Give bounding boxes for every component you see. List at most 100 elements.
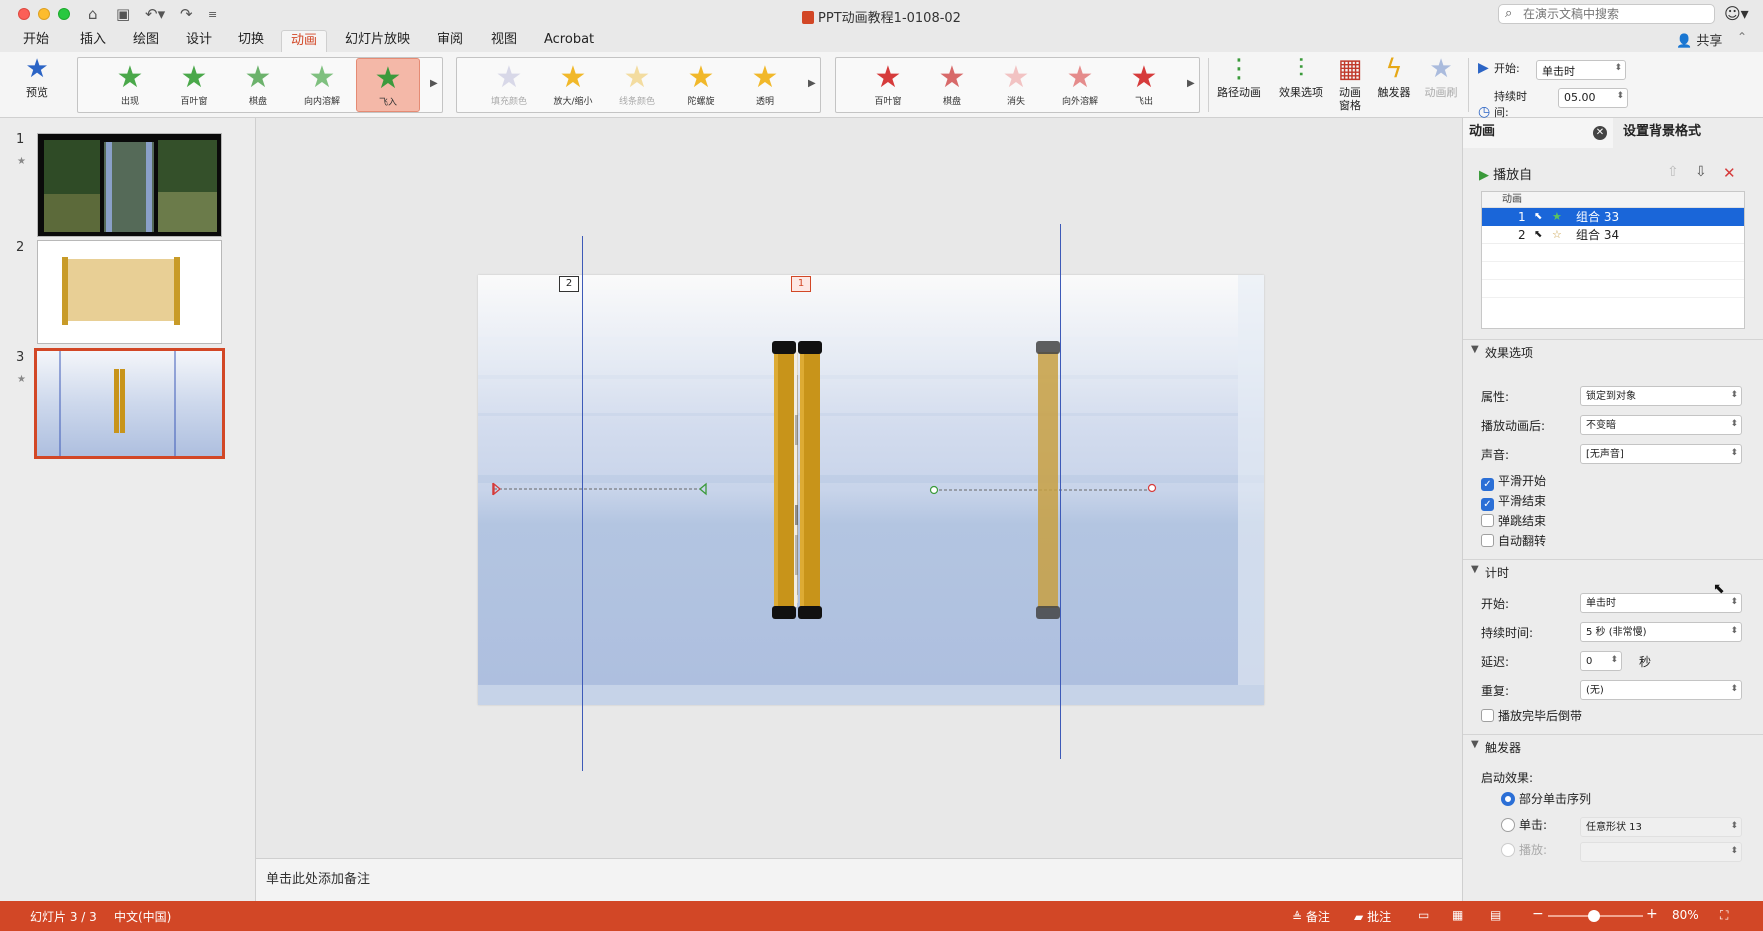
play-from-button[interactable]: ▶ 播放自	[1479, 164, 1532, 183]
vertical-guide-line[interactable]	[1060, 224, 1061, 759]
gallery-more-arrow-icon[interactable]: ▶	[430, 78, 438, 89]
save-icon[interactable]: ▣	[116, 5, 130, 23]
move-down-icon[interactable]: ⇩	[1695, 164, 1707, 180]
minimize-window-button[interactable]	[38, 8, 50, 20]
tab-review[interactable]: 审阅	[428, 30, 472, 52]
empty-row	[1482, 262, 1744, 280]
fit-to-window-icon[interactable]: ⛶	[1720, 908, 1728, 923]
tab-design[interactable]: 设计	[177, 30, 221, 52]
on-play-radio[interactable]: 播放:	[1501, 843, 1547, 859]
gallery-more-arrow-icon[interactable]: ▶	[1187, 78, 1195, 89]
trigger-shape-select[interactable]: 任意形状 13	[1580, 817, 1742, 837]
tab-slideshow[interactable]: 幻灯片放映	[336, 30, 419, 52]
effect-dissolve-in[interactable]: ★ 向内溶解	[292, 58, 352, 112]
undo-icon[interactable]: ↶▾	[145, 5, 165, 23]
rewind-checkbox[interactable]: 播放完毕后倒带	[1481, 709, 1582, 725]
effect-grow-shrink[interactable]: ★ 放大/缩小	[543, 58, 603, 112]
effect-appear[interactable]: ★ 出现	[100, 58, 160, 112]
smooth-end-checkbox[interactable]: ✓ 平滑结束	[1481, 494, 1546, 511]
effect-blinds-exit[interactable]: ★ 百叶窗	[858, 58, 918, 112]
customize-toolbar-icon[interactable]: ≡	[208, 8, 217, 21]
slide-thumbnail-2[interactable]	[37, 240, 222, 344]
feedback-smiley-icon[interactable]: ☺▾	[1724, 4, 1749, 23]
zoom-out-icon[interactable]: −	[1532, 906, 1544, 922]
property-select[interactable]: 锁定到对象	[1580, 386, 1742, 406]
normal-view-icon[interactable]: ▭	[1418, 908, 1429, 922]
animation-tag-2[interactable]: 2	[559, 276, 579, 292]
smooth-start-checkbox[interactable]: ✓ 平滑开始	[1481, 474, 1546, 491]
effect-spin[interactable]: ★ 陀螺旋	[671, 58, 731, 112]
effect-checkerboard-exit[interactable]: ★ 棋盘	[922, 58, 982, 112]
auto-reverse-checkbox[interactable]: 自动翻转	[1481, 534, 1546, 550]
tab-draw[interactable]: 绘图	[124, 30, 168, 52]
animation-list-item[interactable]: 2 ⬉ ☆ 组合 34	[1482, 226, 1744, 244]
search-input[interactable]	[1523, 7, 1709, 21]
slide-thumbnail-3[interactable]	[34, 348, 225, 459]
path-animation-button[interactable]: ⋮ 路径动画	[1214, 52, 1264, 99]
preview-button[interactable]: ★ 预览	[12, 52, 62, 99]
animation-tag-1[interactable]: 1	[791, 276, 811, 292]
timing-duration-select[interactable]: 5 秒 (非常慢)	[1580, 622, 1742, 642]
close-pane-icon[interactable]: ✕	[1593, 126, 1607, 140]
tab-home[interactable]: 开始	[14, 30, 58, 52]
zoom-window-button[interactable]	[58, 8, 70, 20]
zoom-percent[interactable]: 80%	[1672, 908, 1699, 922]
tab-transitions[interactable]: 切换	[229, 30, 273, 52]
slide-sorter-icon[interactable]: ▦	[1452, 908, 1463, 922]
trigger-play-select[interactable]	[1580, 842, 1742, 862]
after-animation-select[interactable]: 不变暗	[1580, 415, 1742, 435]
delay-stepper[interactable]: 0	[1580, 651, 1622, 671]
effect-line-color[interactable]: ★ 线条颜色	[607, 58, 667, 112]
on-click-radio[interactable]: 单击:	[1501, 818, 1547, 834]
effect-transparency[interactable]: ★ 透明	[735, 58, 795, 112]
tab-view[interactable]: 视图	[482, 30, 526, 52]
notes-placeholder[interactable]: 单击此处添加备注	[266, 868, 370, 887]
ribbon-start-select[interactable]: 单击时	[1536, 60, 1626, 80]
comments-toggle-button[interactable]: ▰ 批注	[1354, 908, 1391, 925]
reading-view-icon[interactable]: ▤	[1490, 908, 1501, 922]
effect-options-button[interactable]: ⫶ 效果选项	[1276, 52, 1326, 99]
effect-fill-color[interactable]: ★ 填充颜色	[479, 58, 539, 112]
slide-canvas[interactable]: 2 1	[478, 275, 1264, 705]
zoom-slider[interactable]	[1548, 910, 1643, 922]
effect-options-header[interactable]: ▼ 效果选项	[1463, 339, 1763, 363]
tab-animations[interactable]: 动画	[281, 30, 328, 52]
tab-acrobat[interactable]: Acrobat	[535, 30, 603, 52]
notes-toggle-button[interactable]: ≜ 备注	[1292, 908, 1330, 925]
language-indicator[interactable]: 中文(中国)	[114, 908, 171, 925]
vertical-guide-line[interactable]	[582, 236, 583, 771]
effect-blinds[interactable]: ★ 百叶窗	[164, 58, 224, 112]
pane-tab-animation[interactable]: 动画 ✕	[1463, 118, 1613, 148]
close-window-button[interactable]	[18, 8, 30, 20]
trigger-header[interactable]: ▼ 触发器	[1463, 734, 1763, 758]
effect-fly-in[interactable]: ★ 飞入	[356, 58, 420, 112]
zoom-slider-knob[interactable]	[1588, 910, 1600, 922]
timing-header[interactable]: ▼ 计时	[1463, 559, 1763, 583]
animation-painter-button[interactable]: ★ 动画刷	[1420, 52, 1462, 99]
trigger-button[interactable]: ϟ 触发器	[1374, 52, 1414, 99]
tab-insert[interactable]: 插入	[71, 30, 115, 52]
effect-fly-out[interactable]: ★ 飞出	[1114, 58, 1174, 112]
animation-pane-button[interactable]: ▦ 动画 窗格	[1332, 52, 1368, 112]
bounce-end-checkbox[interactable]: 弹跳结束	[1481, 514, 1546, 530]
delete-animation-icon[interactable]: ✕	[1723, 164, 1736, 182]
effect-dissolve-out[interactable]: ★ 向外溶解	[1050, 58, 1110, 112]
notes-area[interactable]: 单击此处添加备注	[256, 858, 1462, 901]
move-up-icon[interactable]: ⇧	[1667, 164, 1679, 180]
effect-checkerboard[interactable]: ★ 棋盘	[228, 58, 288, 112]
sound-select[interactable]: [无声音]	[1580, 444, 1742, 464]
redo-icon[interactable]: ↷	[180, 5, 193, 23]
animation-list-item[interactable]: 1 ⬉ ★ 组合 33	[1482, 208, 1744, 226]
collapse-ribbon-icon[interactable]: ⌃	[1737, 30, 1747, 44]
slide-thumbnail-1[interactable]	[37, 133, 222, 237]
gallery-more-arrow-icon[interactable]: ▶	[808, 78, 816, 89]
repeat-select[interactable]: (无)	[1580, 680, 1742, 700]
effect-disappear[interactable]: ★ 消失	[986, 58, 1046, 112]
ribbon-duration-stepper[interactable]: 05.00	[1558, 88, 1628, 108]
search-field[interactable]: ⌕	[1498, 4, 1715, 24]
share-button[interactable]: 👤 共享	[1676, 30, 1722, 49]
zoom-in-icon[interactable]: +	[1646, 906, 1658, 922]
sequence-radio[interactable]: 部分单击序列	[1501, 792, 1591, 808]
pane-tab-background[interactable]: 设置背景格式	[1615, 118, 1701, 148]
home-icon[interactable]: ⌂	[88, 5, 98, 23]
